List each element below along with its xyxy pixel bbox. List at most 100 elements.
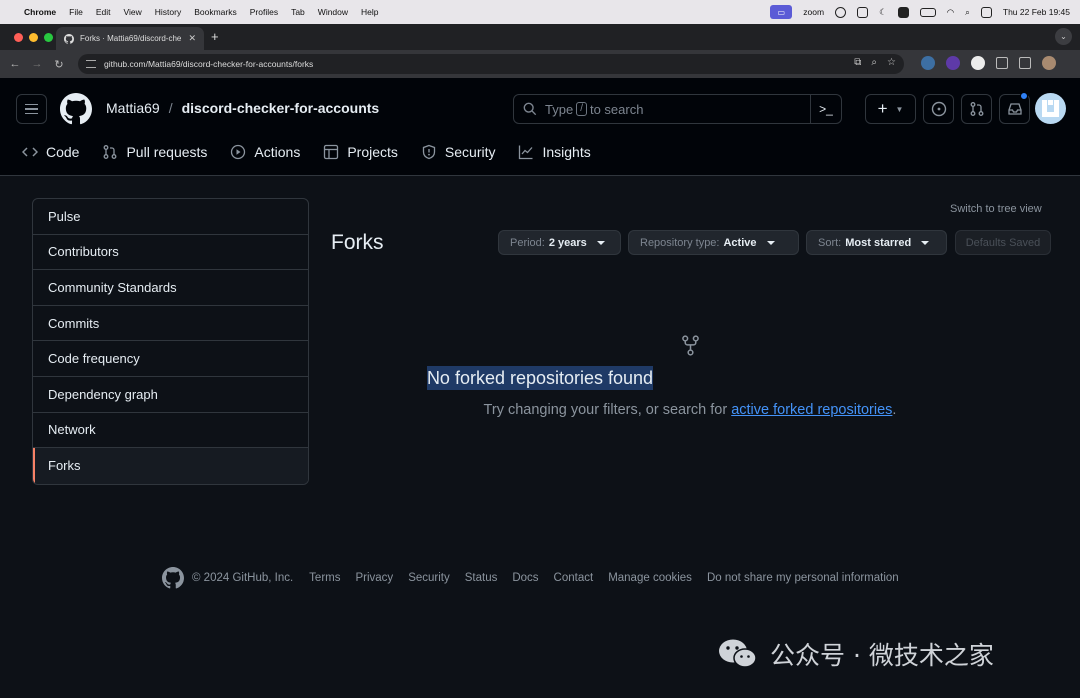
menu-bookmarks[interactable]: Bookmarks bbox=[194, 7, 237, 17]
footer-link-status[interactable]: Status bbox=[465, 572, 498, 584]
side-panel-icon[interactable] bbox=[1019, 57, 1031, 69]
browser-tab-active[interactable]: Forks · Mattia69/discord-che ✕ bbox=[56, 27, 204, 50]
sidebar-item-community-standards[interactable]: Community Standards bbox=[33, 270, 308, 306]
repository-type-filter-button[interactable]: Repository type: Active bbox=[628, 230, 799, 255]
menu-help[interactable]: Help bbox=[361, 7, 378, 17]
tab-projects[interactable]: Projects bbox=[323, 144, 398, 160]
sidebar-item-pulse[interactable]: Pulse bbox=[33, 199, 308, 235]
triangle-down-icon bbox=[596, 240, 605, 245]
back-arrow-icon[interactable]: ← bbox=[4, 58, 26, 70]
wifi-icon[interactable]: ◠ bbox=[947, 7, 954, 18]
new-tab-button[interactable]: + bbox=[211, 29, 219, 44]
screen-icon[interactable] bbox=[857, 6, 869, 18]
github-mark-icon[interactable] bbox=[162, 567, 184, 589]
tab-pull-requests[interactable]: Pull requests bbox=[102, 144, 207, 160]
inbox-icon bbox=[1007, 103, 1022, 115]
menu-view[interactable]: View bbox=[123, 7, 141, 17]
extension-icon[interactable] bbox=[921, 56, 935, 70]
repo-name-link[interactable]: discord-checker-for-accounts bbox=[182, 100, 380, 116]
hamburger-menu-button[interactable] bbox=[16, 94, 47, 124]
tab-search-chevron-icon[interactable]: ⌄ bbox=[1055, 28, 1072, 45]
minimize-window-button[interactable] bbox=[29, 33, 38, 42]
menu-history[interactable]: History bbox=[155, 7, 181, 17]
battery-icon[interactable] bbox=[919, 7, 936, 17]
footer-link-security[interactable]: Security bbox=[408, 572, 450, 584]
extension-badge-icon[interactable] bbox=[946, 56, 960, 70]
period-filter-label: Period: bbox=[510, 236, 545, 249]
menu-app[interactable]: Chrome bbox=[24, 7, 56, 17]
menu-window[interactable]: Window bbox=[318, 7, 348, 17]
footer-link-docs[interactable]: Docs bbox=[512, 572, 538, 584]
footer-link-manage-cookies[interactable]: Manage cookies bbox=[608, 572, 692, 584]
footer-link-privacy[interactable]: Privacy bbox=[355, 572, 393, 584]
notification-indicator bbox=[1020, 92, 1028, 100]
footer-link-terms[interactable]: Terms bbox=[309, 572, 340, 584]
shield-icon bbox=[421, 144, 437, 160]
issues-button[interactable] bbox=[923, 94, 954, 124]
forward-arrow-icon[interactable]: → bbox=[26, 58, 48, 70]
tab-actions[interactable]: Actions bbox=[230, 144, 300, 160]
user-avatar[interactable] bbox=[1035, 93, 1066, 124]
pull-requests-button[interactable] bbox=[961, 94, 992, 124]
zoom-label[interactable]: zoom bbox=[803, 7, 824, 17]
identicon-icon bbox=[1042, 100, 1059, 117]
address-url[interactable]: github.com/Mattia69/discord-checker-for-… bbox=[104, 59, 313, 69]
switch-to-tree-view-link[interactable]: Switch to tree view bbox=[950, 203, 1042, 215]
maximize-window-button[interactable] bbox=[44, 33, 53, 42]
triangle-down-icon bbox=[921, 240, 930, 245]
search-input[interactable]: Type / to search >_ bbox=[513, 94, 842, 124]
profile-avatar-icon[interactable] bbox=[1042, 56, 1056, 70]
reload-icon[interactable]: ↻ bbox=[48, 58, 70, 71]
defaults-saved-button[interactable]: Defaults Saved bbox=[955, 230, 1051, 255]
repo-nav: Code Pull requests Actions Projects Secu… bbox=[22, 144, 614, 160]
tab-security[interactable]: Security bbox=[421, 144, 496, 160]
github-header: Mattia69 / discord-checker-for-accounts … bbox=[0, 78, 1080, 176]
menu-edit[interactable]: Edit bbox=[96, 7, 111, 17]
sidebar-item-forks[interactable]: Forks bbox=[33, 448, 308, 484]
footer-link-do-not-share[interactable]: Do not share my personal information bbox=[707, 572, 899, 584]
tab-code-label: Code bbox=[46, 144, 80, 160]
browser-toolbar: ← → ↻ github.com/Mattia69/discord-checke… bbox=[0, 50, 1080, 78]
address-bar[interactable]: github.com/Mattia69/discord-checker-for-… bbox=[78, 54, 904, 74]
footer-link-contact[interactable]: Contact bbox=[554, 572, 594, 584]
site-info-icon[interactable] bbox=[86, 60, 96, 68]
tab-security-label: Security bbox=[444, 144, 496, 160]
menubar-datetime[interactable]: Thu 22 Feb 19:45 bbox=[1003, 7, 1070, 17]
bookmark-star-icon[interactable]: ☆ bbox=[887, 57, 896, 68]
triangle-down-icon bbox=[766, 240, 775, 245]
extension-circle-icon[interactable] bbox=[971, 56, 985, 70]
close-window-button[interactable] bbox=[14, 33, 23, 42]
sidebar-item-contributors[interactable]: Contributors bbox=[33, 235, 308, 271]
tab-insights-label: Insights bbox=[542, 144, 591, 160]
tab-code[interactable]: Code bbox=[22, 144, 79, 160]
repo-owner-link[interactable]: Mattia69 bbox=[106, 100, 160, 116]
control-center-icon[interactable] bbox=[980, 6, 992, 18]
menu-tab[interactable]: Tab bbox=[291, 7, 305, 17]
empty-state-title-text: No forked repositories found bbox=[426, 366, 654, 390]
keyboard-input-icon[interactable] bbox=[897, 6, 909, 18]
extensions-puzzle-icon[interactable] bbox=[996, 57, 1008, 69]
moon-icon[interactable]: ☾ bbox=[879, 7, 887, 18]
extensions-area bbox=[921, 56, 1056, 70]
zoom-lens-icon[interactable]: ⌕ bbox=[871, 57, 877, 68]
github-logo-icon[interactable] bbox=[60, 93, 92, 125]
record-icon[interactable] bbox=[835, 6, 847, 18]
period-filter-button[interactable]: Period: 2 years bbox=[498, 230, 621, 255]
menu-profiles[interactable]: Profiles bbox=[250, 7, 278, 17]
create-new-button[interactable]: + ▼ bbox=[865, 94, 916, 124]
zoom-meeting-icon[interactable]: ▭ bbox=[770, 5, 793, 19]
table-icon bbox=[323, 144, 339, 160]
menu-file[interactable]: File bbox=[69, 7, 83, 17]
empty-state-title: No forked repositories found bbox=[0, 366, 1080, 390]
command-palette-icon[interactable]: >_ bbox=[810, 95, 841, 123]
pull-request-icon bbox=[102, 144, 118, 160]
git-pull-request-icon bbox=[970, 102, 983, 116]
install-app-icon[interactable]: ⧉ bbox=[854, 57, 861, 68]
tab-insights[interactable]: Insights bbox=[518, 144, 591, 160]
spotlight-search-icon[interactable]: ⌕ bbox=[965, 7, 970, 18]
sort-filter-button[interactable]: Sort: Most starred bbox=[806, 230, 947, 255]
play-icon bbox=[230, 144, 246, 160]
close-tab-icon[interactable]: ✕ bbox=[188, 33, 196, 44]
active-forked-repositories-link[interactable]: active forked repositories bbox=[731, 402, 892, 418]
sidebar-item-commits[interactable]: Commits bbox=[33, 306, 308, 342]
